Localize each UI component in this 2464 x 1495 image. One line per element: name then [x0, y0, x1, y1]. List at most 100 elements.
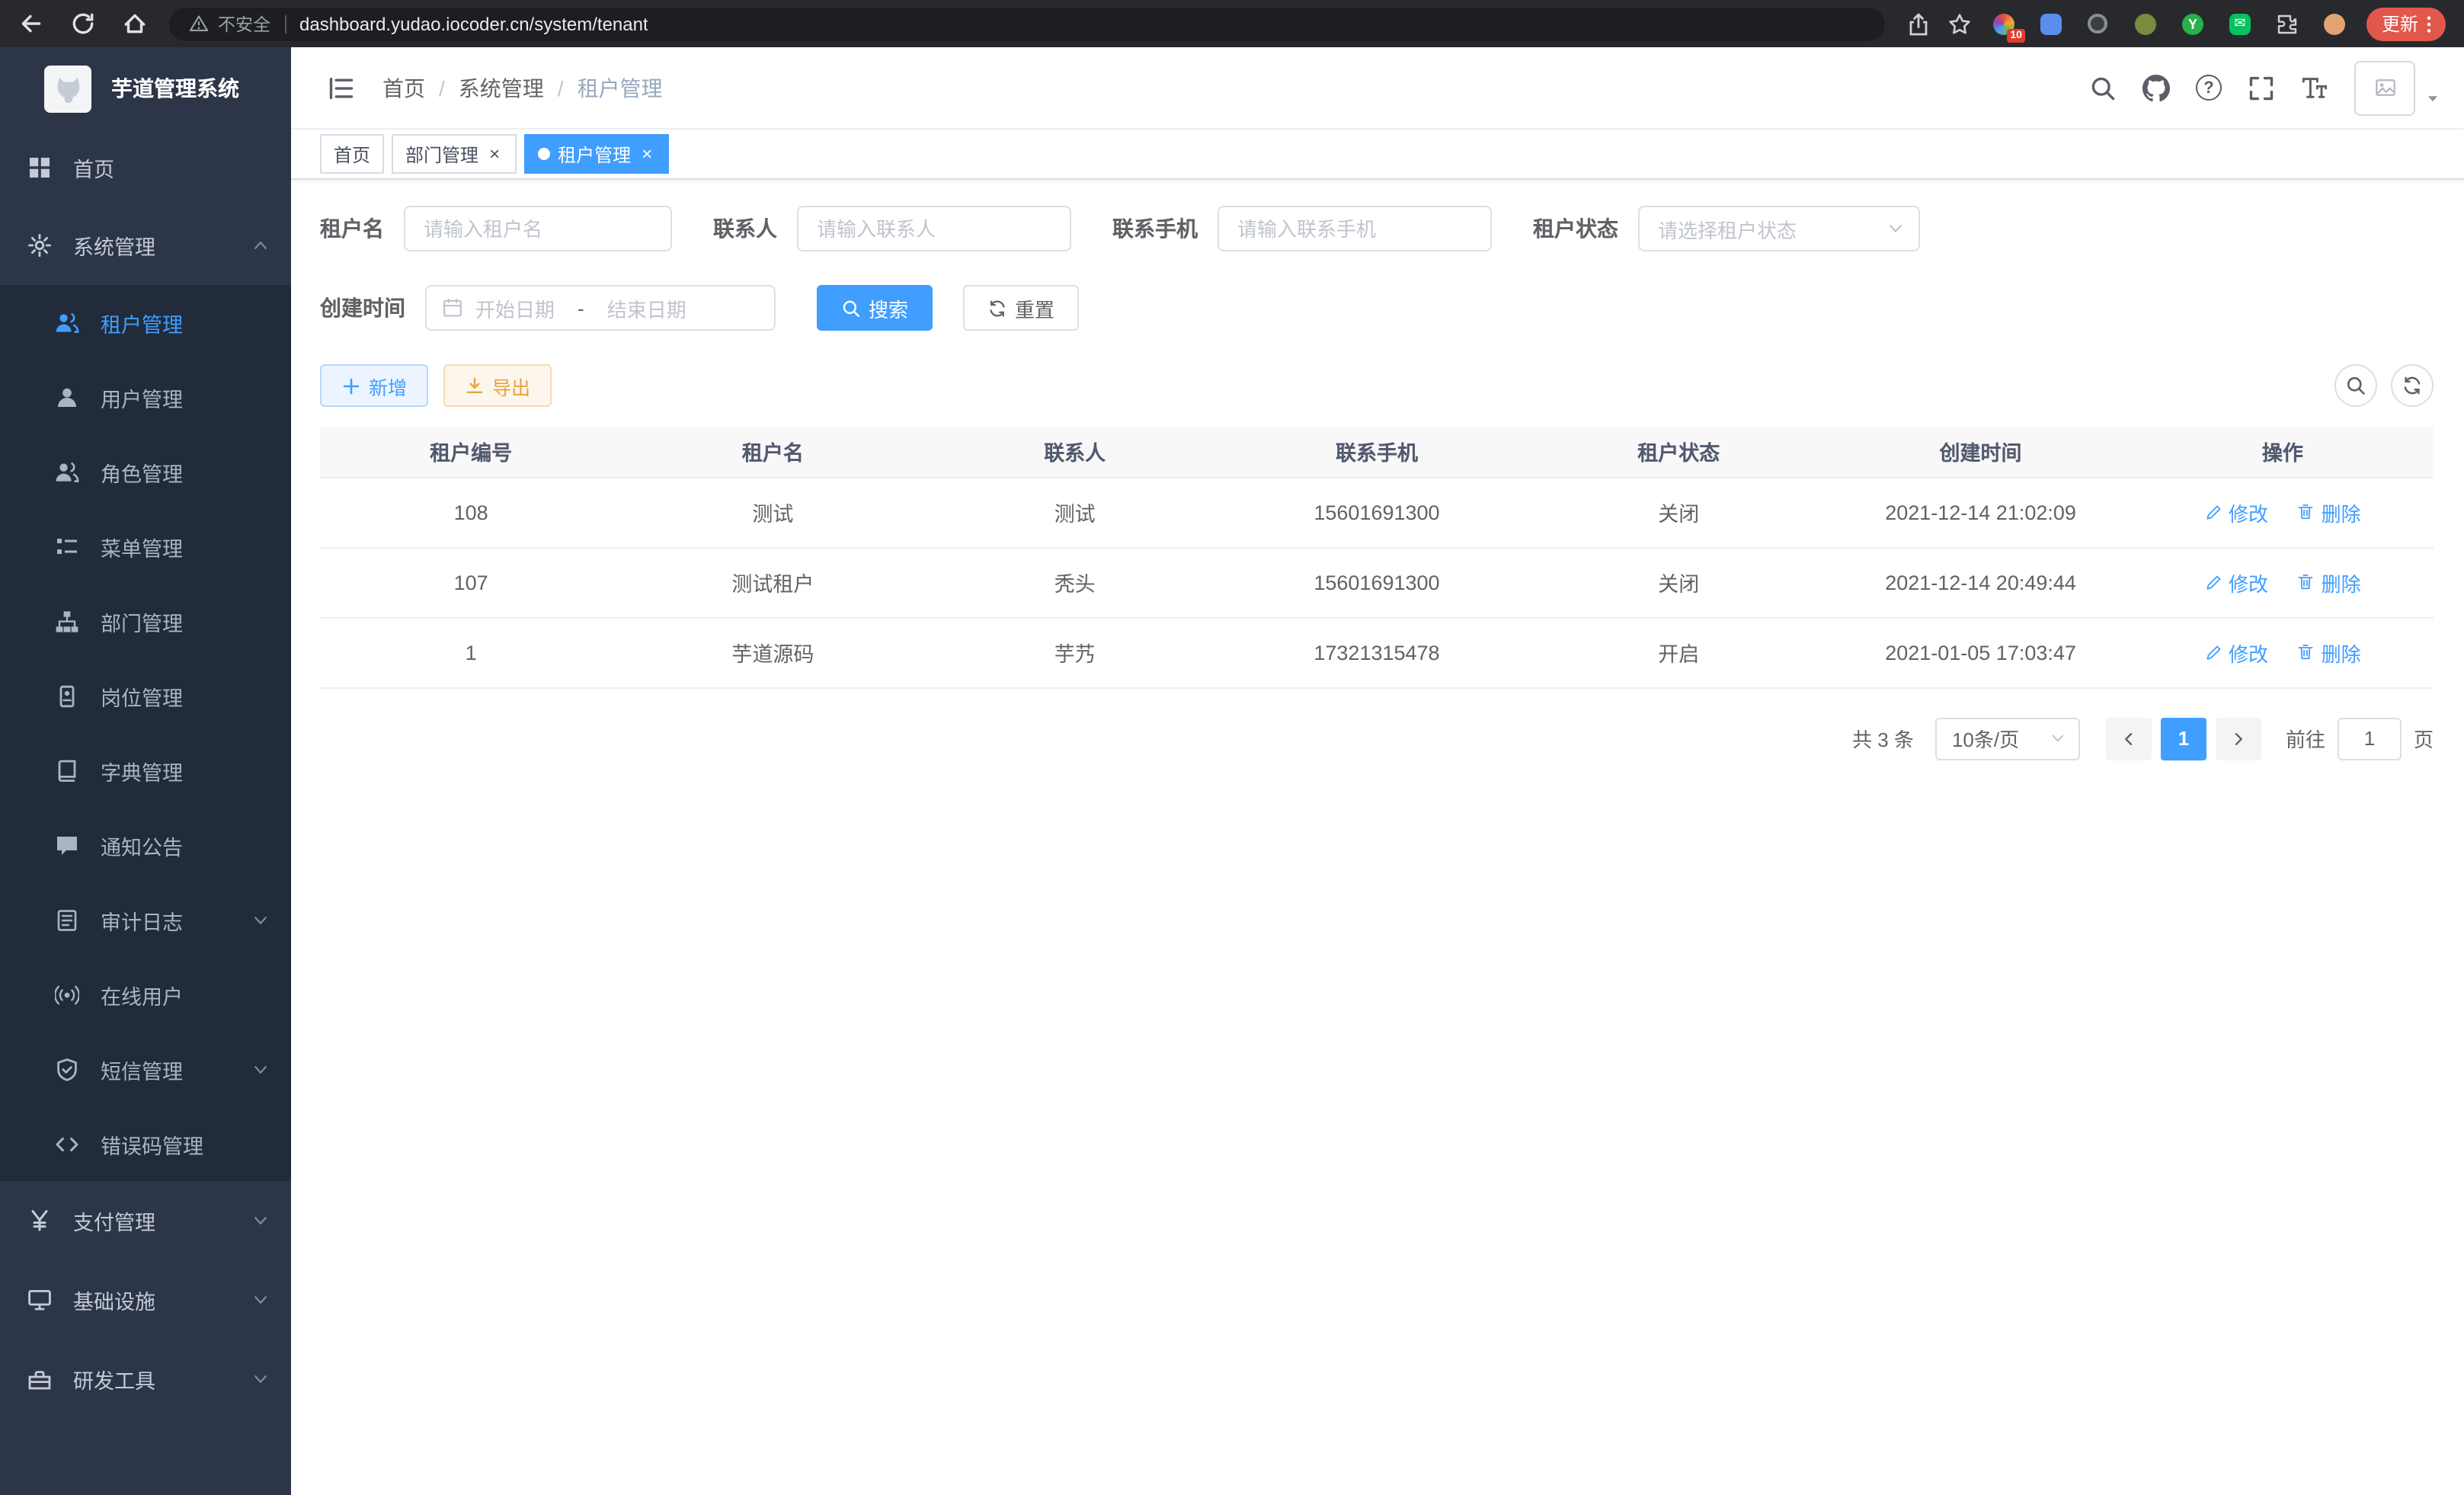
delete-link[interactable]: 删除 — [2297, 498, 2361, 527]
sidebar-item-tenant[interactable]: 租户管理 — [0, 285, 291, 360]
extension-icon-dark[interactable] — [2083, 8, 2114, 39]
sidebar-item-menu[interactable]: 菜单管理 — [0, 509, 291, 584]
edit-link[interactable]: 修改 — [2204, 568, 2268, 597]
help-icon[interactable]: ? — [2196, 75, 2222, 101]
id-badge-icon — [55, 683, 79, 708]
page-size-select[interactable]: 10条/页 — [1935, 717, 2080, 760]
cell-tenant-name: 测试 — [622, 477, 923, 547]
sitemap-icon — [55, 609, 79, 633]
users-icon — [55, 459, 79, 484]
menu-label: 用户管理 — [101, 382, 183, 412]
cell-phone: 17321315478 — [1226, 617, 1528, 687]
sidebar-item-error-code[interactable]: 错误码管理 — [0, 1106, 291, 1181]
add-button[interactable]: 新增 — [320, 364, 428, 407]
trash-icon — [2297, 503, 2315, 521]
close-icon[interactable]: × — [486, 143, 503, 165]
share-icon[interactable] — [1906, 11, 1931, 36]
github-icon[interactable] — [2142, 74, 2170, 101]
sidebar-item-notice[interactable]: 通知公告 — [0, 808, 291, 882]
goto-page-input[interactable] — [2338, 717, 2402, 760]
fullscreen-icon[interactable] — [2248, 74, 2275, 101]
extension-icon-chat[interactable]: ✉ — [2225, 8, 2255, 39]
prev-page-button[interactable] — [2106, 717, 2152, 760]
next-page-button[interactable] — [2216, 717, 2261, 760]
filter-status: 租户状态 请选择租户状态 — [1533, 206, 1920, 251]
menu-label: 部门管理 — [101, 606, 183, 636]
extensions-puzzle-icon[interactable] — [2272, 8, 2302, 39]
phone-label: 联系手机 — [1112, 213, 1198, 244]
sidebar-item-sms[interactable]: 短信管理 — [0, 1032, 291, 1106]
browser-home-icon[interactable] — [122, 11, 148, 37]
search-icon — [2345, 375, 2366, 396]
refresh-table-button[interactable] — [2391, 364, 2434, 407]
tenant-status-select[interactable]: 请选择租户状态 — [1638, 206, 1920, 251]
app-logo[interactable]: 芋道管理系统 — [0, 47, 291, 130]
sidebar-item-post[interactable]: 岗位管理 — [0, 658, 291, 733]
browser-back-icon[interactable] — [18, 11, 44, 37]
user-avatar-menu[interactable] — [2354, 60, 2441, 115]
delete-link[interactable]: 删除 — [2297, 638, 2361, 667]
sidebar-item-user[interactable]: 用户管理 — [0, 360, 291, 434]
breadcrumb-system[interactable]: 系统管理 — [459, 72, 544, 103]
update-label: 更新 — [2382, 11, 2418, 37]
extension-icon-green[interactable]: Y — [2178, 8, 2208, 39]
search-icon[interactable] — [2089, 74, 2117, 101]
contact-label: 联系人 — [713, 213, 777, 244]
breadcrumb-home[interactable]: 首页 — [382, 72, 425, 103]
phone-input[interactable] — [1218, 206, 1492, 251]
sidebar-item-dev-tools[interactable]: 研发工具 — [0, 1340, 291, 1419]
table-toolbar: 新增 导出 — [320, 364, 2434, 407]
browser-profile-avatar[interactable] — [2319, 8, 2350, 39]
sidebar-item-role[interactable]: 角色管理 — [0, 434, 291, 509]
tabs-bar: 首页 部门管理 × 租户管理 × — [291, 130, 2464, 180]
sidebar-item-payment[interactable]: 支付管理 — [0, 1181, 291, 1260]
sidebar-item-infra[interactable]: 基础设施 — [0, 1260, 291, 1340]
reset-button[interactable]: 重置 — [963, 285, 1079, 331]
edit-link[interactable]: 修改 — [2204, 498, 2268, 527]
create-time-range-picker[interactable]: 开始日期 - 结束日期 — [425, 285, 776, 331]
cell-created: 2021-12-14 20:49:44 — [1829, 547, 2131, 617]
extension-icon-olive[interactable] — [2130, 8, 2161, 39]
menu-label: 系统管理 — [73, 230, 155, 261]
delete-link[interactable]: 删除 — [2297, 568, 2361, 597]
sidebar-item-audit-log[interactable]: 审计日志 — [0, 882, 291, 957]
active-tab-dot — [538, 148, 550, 160]
bookmark-star-icon[interactable] — [1947, 11, 1972, 36]
sidebar-item-online-users[interactable]: 在线用户 — [0, 957, 291, 1032]
close-icon[interactable]: × — [638, 143, 655, 165]
pagination: 共 3 条 10条/页 1 前往 页 — [320, 717, 2434, 760]
tab-home[interactable]: 首页 — [320, 134, 384, 174]
contact-input[interactable] — [797, 206, 1071, 251]
edit-icon — [2204, 573, 2222, 591]
address-bar[interactable]: 不安全 dashboard.yudao.iocoder.cn/system/te… — [169, 7, 1885, 40]
tenant-name-input[interactable] — [404, 206, 672, 251]
sidebar-item-dict[interactable]: 字典管理 — [0, 733, 291, 808]
page-suffix: 页 — [2414, 724, 2434, 753]
broken-image-icon — [2373, 76, 2396, 99]
sidebar-item-system[interactable]: 系统管理 — [0, 206, 291, 285]
breadcrumb-current: 租户管理 — [578, 72, 663, 103]
toggle-search-button[interactable] — [2334, 364, 2377, 407]
browser-reload-icon[interactable] — [70, 11, 96, 37]
menu-label: 岗位管理 — [101, 680, 183, 711]
extension-icon-colorful[interactable]: 10 — [1989, 8, 2019, 39]
page-content: 租户名 联系人 联系手机 租户状态 请选择租户状态 — [291, 180, 2464, 1495]
browser-update-button[interactable]: 更新 — [2366, 7, 2446, 40]
sidebar-fold-icon[interactable] — [314, 74, 369, 101]
logo-image — [44, 65, 91, 112]
column-header: 租户名 — [622, 427, 923, 477]
top-navbar: 首页 / 系统管理 / 租户管理 ? — [291, 47, 2464, 130]
extension-icon-blue[interactable] — [2036, 8, 2066, 39]
sidebar-item-dept[interactable]: 部门管理 — [0, 584, 291, 658]
tab-dept[interactable]: 部门管理 × — [392, 134, 517, 174]
cell-contact: 测试 — [924, 477, 1226, 547]
chat-bubble-icon: ✉ — [2229, 13, 2251, 34]
search-button[interactable]: 搜索 — [817, 285, 933, 331]
list-tree-icon — [55, 534, 79, 559]
sidebar-item-home[interactable]: 首页 — [0, 130, 291, 206]
edit-link[interactable]: 修改 — [2204, 638, 2268, 667]
export-button[interactable]: 导出 — [443, 364, 552, 407]
tab-tenant[interactable]: 租户管理 × — [524, 134, 669, 174]
page-number-button[interactable]: 1 — [2161, 717, 2206, 760]
font-size-icon[interactable] — [2301, 74, 2328, 101]
